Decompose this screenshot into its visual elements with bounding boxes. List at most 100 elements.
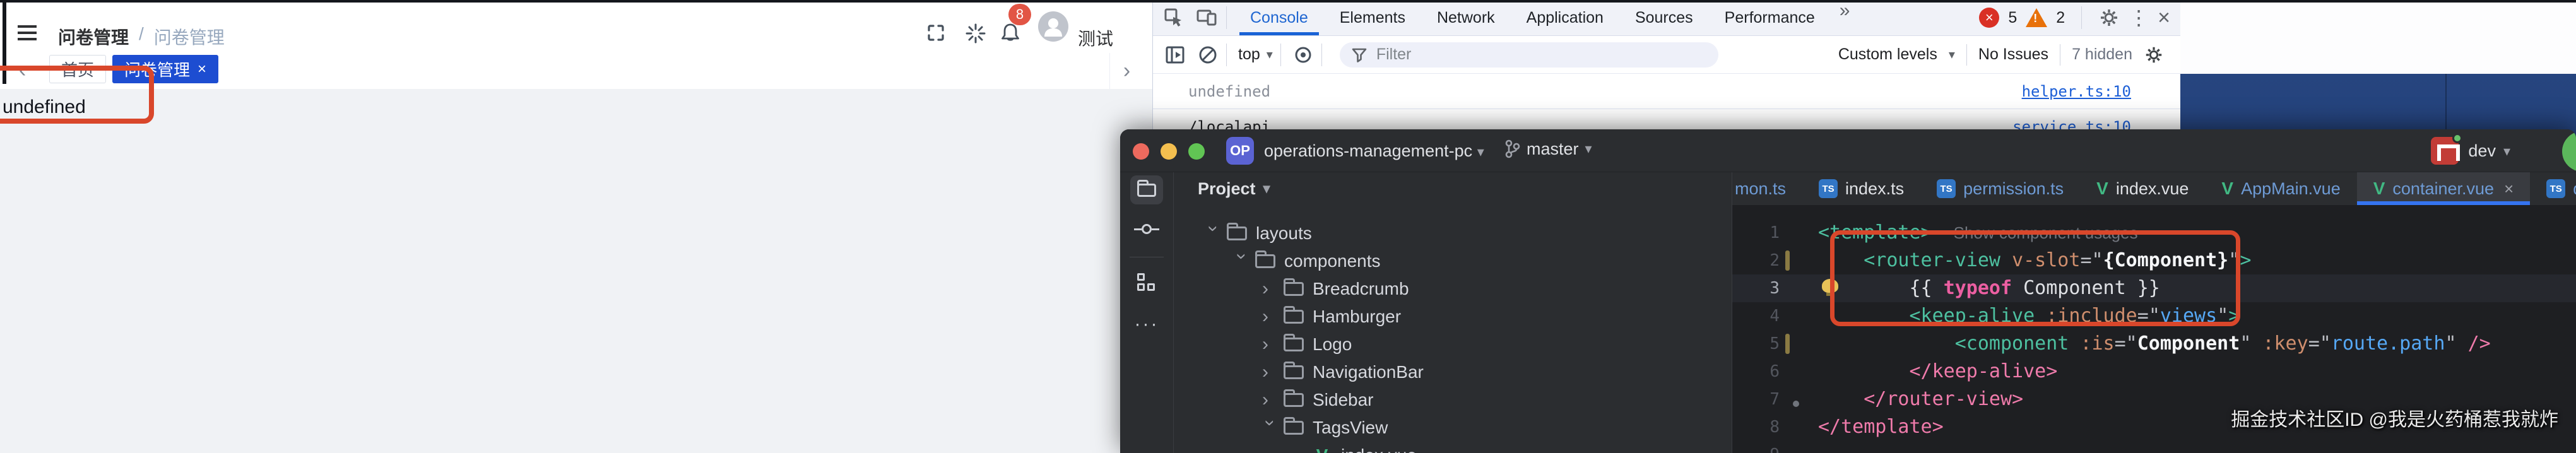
devtools-tab-elements[interactable]: Elements	[1324, 0, 1421, 35]
avatar[interactable]	[1038, 11, 1068, 42]
annotation-rectangle-code	[1830, 230, 2240, 326]
editor-tab-mon.ts[interactable]: mon.ts	[1732, 172, 1802, 205]
tree-item-layouts[interactable]: ›layouts	[1174, 220, 1732, 247]
dock-side-icon[interactable]	[1164, 45, 1186, 65]
devtools-tab-network[interactable]: Network	[1421, 0, 1511, 35]
hidden-messages-count[interactable]: 7 hidden	[2072, 45, 2132, 64]
tree-item-TagsView[interactable]: › TagsView	[1174, 414, 1732, 442]
live-expression-eye-icon[interactable]	[1292, 44, 1314, 66]
editor-tab-index.vue[interactable]: Vindex.vue	[2080, 172, 2205, 205]
divider	[1226, 6, 1227, 29]
project-tool-window-button[interactable]	[1130, 175, 1163, 204]
username-label[interactable]: 测试	[1078, 25, 1113, 50]
folder-icon	[1284, 338, 1304, 351]
console-settings-gear-icon[interactable]	[2144, 45, 2164, 65]
code-text: </keep-alive>	[1732, 358, 2057, 385]
vue-file-icon: V	[2221, 179, 2233, 199]
editor-tab-index.ts[interactable]: TSindex.ts	[1802, 172, 1920, 205]
devtools-tab-performance[interactable]: Performance	[1709, 0, 1831, 35]
devtools-status-cluster: × 5 2 ⋮ ×	[1979, 6, 2170, 30]
vue-file-icon: V	[2096, 179, 2108, 199]
folder-icon	[1227, 226, 1247, 240]
project-logo: OP	[1226, 137, 1254, 165]
commit-tool-window-icon[interactable]	[1142, 224, 1152, 234]
devtools-tab-bar: ConsoleElementsNetworkApplicationSources…	[1153, 0, 2180, 36]
breadcrumb-section[interactable]: 问卷管理	[58, 24, 129, 49]
devtools-settings-gear-icon[interactable]	[2098, 7, 2120, 28]
error-badge-icon[interactable]: ×	[1979, 8, 1999, 28]
editor-tab-label: mon.ts	[1735, 179, 1786, 199]
editor-tab-permission.ts[interactable]: TSpermission.ts	[1920, 172, 2080, 205]
gutter-marker-dot	[1793, 401, 1799, 407]
devtools-kebab-menu-icon[interactable]: ⋮	[2129, 6, 2149, 30]
run-configuration-selector[interactable]: dev ▾	[2468, 141, 2510, 161]
context-selector[interactable]: top ▾	[1238, 45, 1273, 64]
sidebar-fold-icon[interactable]	[18, 25, 37, 28]
inspect-element-icon[interactable]	[1163, 7, 1185, 28]
tree-item-index.vue[interactable]: ›Vindex.vue	[1174, 442, 1732, 453]
folder-icon	[1284, 421, 1304, 435]
filter-input[interactable]: Filter	[1340, 42, 1718, 68]
background-window-sliver	[2180, 0, 2576, 74]
clear-console-icon[interactable]	[1197, 44, 1219, 66]
window-close-button[interactable]	[1133, 143, 1149, 160]
refresh-rays-icon[interactable]	[965, 23, 986, 44]
devtools-tab-application[interactable]: Application	[1511, 0, 1619, 35]
editor-tab-AppMain.vue[interactable]: VAppMain.vue	[2205, 172, 2356, 205]
console-toolbar-right: Custom levels ▾ No Issues 7 hidden	[1838, 44, 2164, 66]
warning-count[interactable]: 2	[2056, 9, 2065, 27]
tree-item-Logo[interactable]: ›Logo	[1174, 331, 1732, 358]
device-toolbar-icon[interactable]	[1196, 7, 1219, 28]
issues-status[interactable]: No Issues	[1978, 45, 2048, 64]
fullscreen-icon[interactable]	[926, 23, 946, 43]
typescript-file-icon: TS	[2546, 179, 2565, 198]
levels-selector[interactable]: Custom levels	[1838, 45, 1937, 64]
editor-tab-que[interactable]: TSque	[2530, 172, 2576, 205]
warning-badge-icon[interactable]	[2026, 8, 2047, 27]
tree-item-label: Breadcrumb	[1313, 279, 1409, 299]
error-count[interactable]: 5	[2008, 9, 2017, 27]
chevron-expanded-icon[interactable]: ›	[1203, 225, 1224, 243]
chevron-collapsed-icon[interactable]: ›	[1262, 389, 1280, 411]
editor-tab-container.vue[interactable]: Vcontainer.vue×	[2357, 172, 2531, 205]
tree-item-NavigationBar[interactable]: ›NavigationBar	[1174, 358, 1732, 386]
run-button[interactable]	[2562, 131, 2576, 172]
devtools-tab-console[interactable]: Console	[1234, 0, 1324, 35]
tree-item-Hamburger[interactable]: ›Hamburger	[1174, 303, 1732, 331]
console-source-link[interactable]: helper.ts:10	[2022, 83, 2131, 100]
project-tool-window: Project ▾ ›layouts›components›Breadcrumb…	[1174, 172, 1732, 453]
project-name-selector[interactable]: operations-management-pc ▾	[1264, 141, 1484, 161]
code-line-5: 5 <component :is="Component" :key="route…	[1732, 330, 2576, 358]
more-tabs-icon[interactable]: »	[1831, 0, 1859, 35]
branch-name-label: master	[1527, 139, 1579, 159]
tree-item-components[interactable]: ›components	[1174, 247, 1732, 275]
chevron-expanded-icon[interactable]: ›	[1231, 253, 1253, 271]
page-content: undefined	[0, 89, 1152, 453]
tree-item-label: TagsView	[1313, 418, 1388, 438]
devtools-tab-sources[interactable]: Sources	[1619, 0, 1709, 35]
tree-item-Breadcrumb[interactable]: › Breadcrumb	[1174, 275, 1732, 303]
chevron-collapsed-icon[interactable]: ›	[1262, 334, 1280, 355]
window-zoom-button[interactable]	[1188, 143, 1205, 160]
chevron-expanded-icon[interactable]: ›	[1260, 420, 1281, 437]
tree-item-Sidebar[interactable]: ›Sidebar	[1174, 386, 1732, 414]
chevron-collapsed-icon[interactable]: ›	[1262, 278, 1280, 300]
close-tab-icon[interactable]: ×	[2504, 179, 2514, 199]
divider	[2081, 6, 2082, 29]
vue-file-icon: V	[1312, 445, 1332, 453]
window-minimize-button[interactable]	[1161, 143, 1177, 160]
vcs-branch-selector[interactable]: master ▾	[1504, 139, 1592, 159]
ide-tool-window-strip: ···	[1120, 172, 1174, 453]
devtools-close-icon[interactable]: ×	[2158, 6, 2170, 30]
chevron-collapsed-icon[interactable]: ›	[1262, 362, 1280, 383]
structure-tool-window-icon[interactable]	[1137, 273, 1156, 292]
close-tag-icon[interactable]: ×	[198, 61, 206, 78]
editor-pane[interactable]: mon.ts TSindex.tsTSpermission.tsVindex.vu…	[1732, 172, 2576, 453]
chevron-collapsed-icon[interactable]: ›	[1262, 306, 1280, 327]
chevron-down-icon[interactable]: ▾	[1949, 47, 1955, 62]
project-name-label: operations-management-pc	[1264, 141, 1472, 160]
project-panel-header[interactable]: Project ▾	[1174, 172, 1732, 205]
npm-run-config-icon[interactable]	[2431, 137, 2459, 165]
more-tool-windows-icon[interactable]: ···	[1135, 314, 1159, 335]
tags-scroll-right-icon[interactable]: ›	[1109, 53, 1143, 89]
